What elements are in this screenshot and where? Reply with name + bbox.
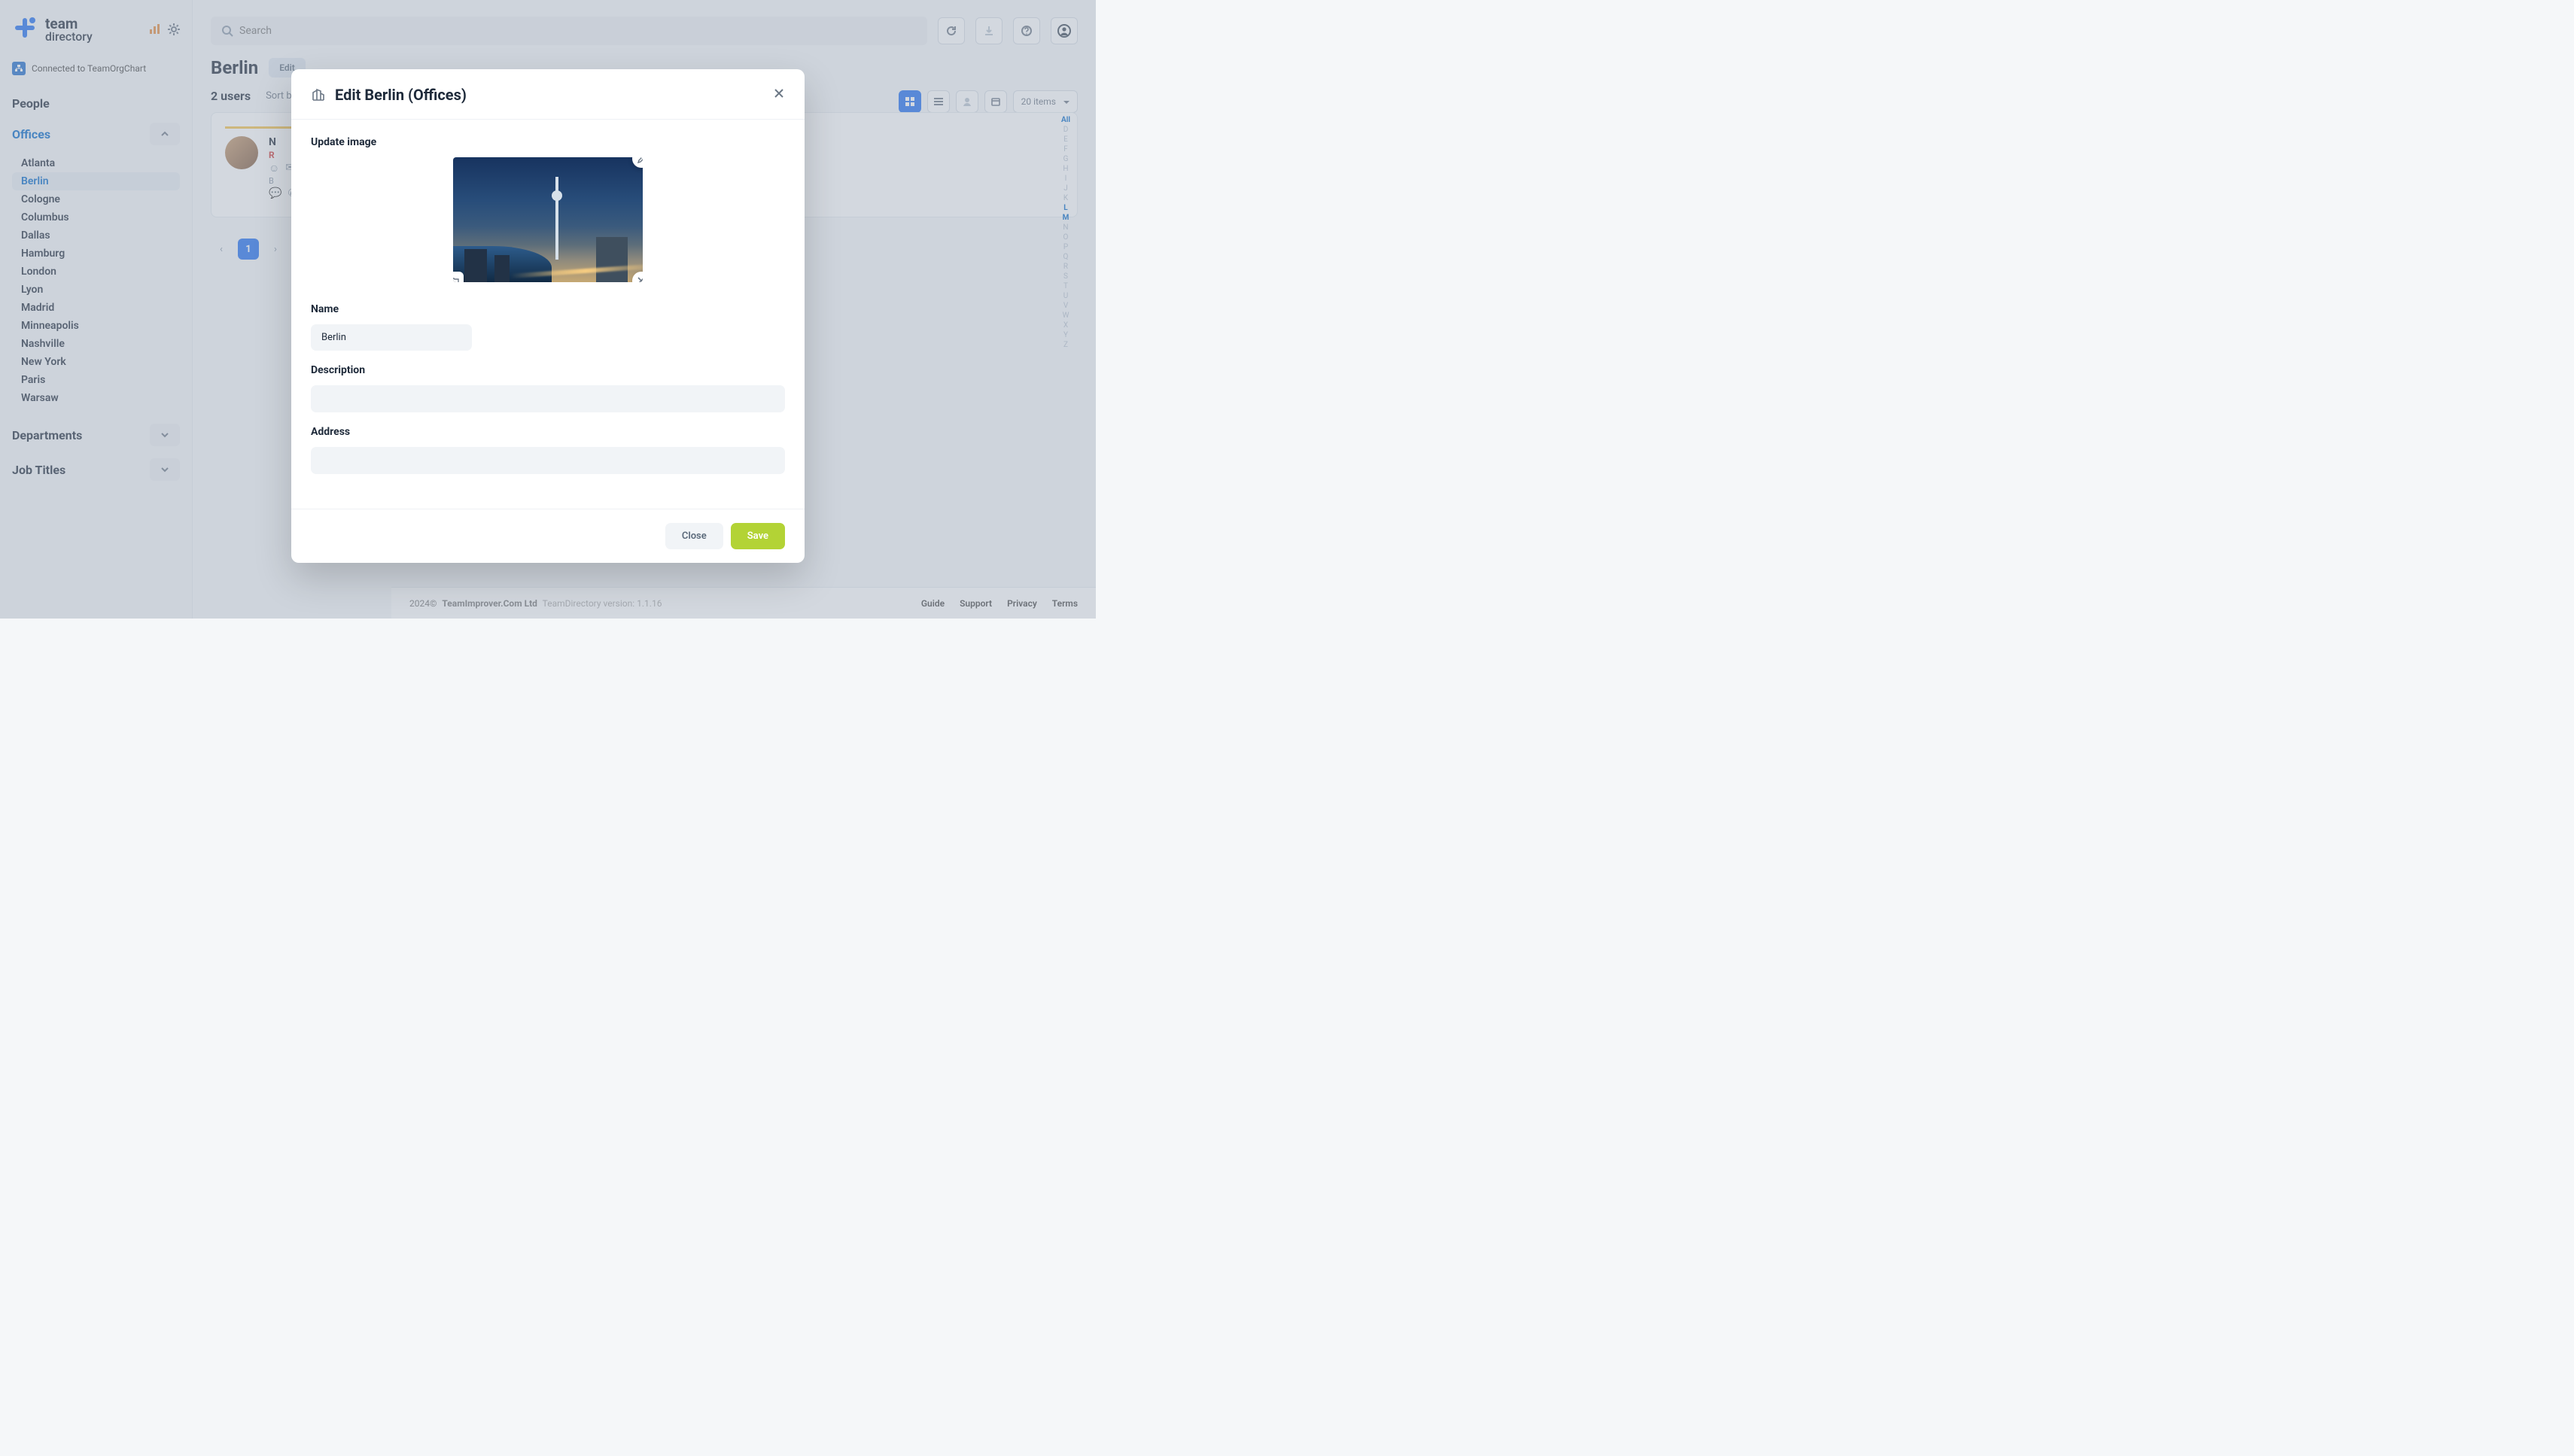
address-input[interactable] <box>311 447 785 474</box>
modal-head: Edit Berlin (Offices) <box>291 69 805 120</box>
image-edit-button[interactable] <box>632 157 643 168</box>
modal-title: Edit Berlin (Offices) <box>335 86 764 104</box>
close-icon[interactable] <box>773 87 785 102</box>
image-remove-button[interactable] <box>632 272 643 282</box>
modal-footer: Close Save <box>291 509 805 563</box>
description-input[interactable] <box>311 385 785 412</box>
close-button[interactable]: Close <box>665 523 723 549</box>
modal-body: Update image <box>291 120 805 509</box>
office-image <box>453 157 643 282</box>
image-wrap <box>311 157 785 282</box>
edit-office-modal: Edit Berlin (Offices) Update image <box>291 69 805 563</box>
modal-backdrop[interactable]: Edit Berlin (Offices) Update image <box>0 0 1096 619</box>
name-input[interactable] <box>311 324 472 351</box>
building-icon <box>311 87 326 102</box>
update-image-label: Update image <box>311 136 785 148</box>
save-button[interactable]: Save <box>731 523 785 549</box>
address-label: Address <box>311 426 785 438</box>
name-label: Name <box>311 303 785 315</box>
image-browse-button[interactable] <box>453 272 464 282</box>
description-label: Description <box>311 364 785 376</box>
